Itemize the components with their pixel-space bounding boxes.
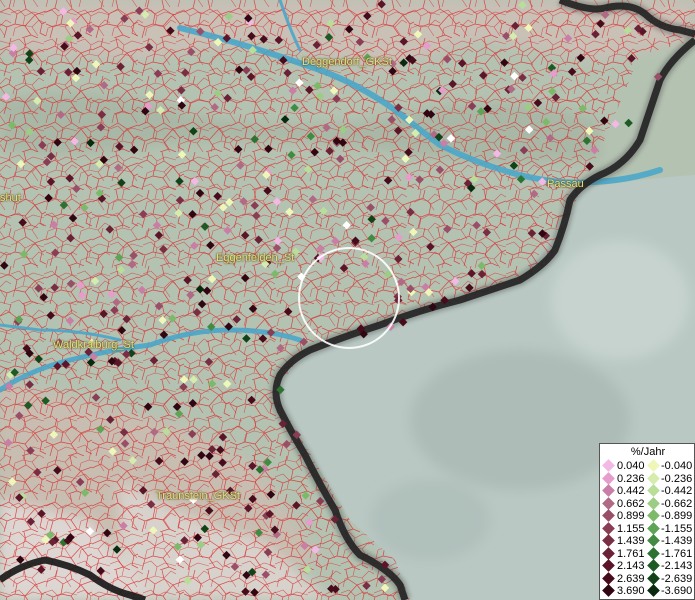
legend-swatch-negative xyxy=(647,471,660,485)
legend-value-positive: 3.690 xyxy=(617,585,645,597)
label-landshut: shut xyxy=(0,192,21,204)
legend-swatch-positive xyxy=(602,584,615,597)
legend-value-positive: 0.899 xyxy=(617,510,645,522)
label-eggenfelden: Eggenfelden_St xyxy=(216,252,295,264)
label-passau: Passau xyxy=(547,178,584,190)
legend-row: 1.761 -1.761 xyxy=(600,546,695,560)
legend-value-positive: 1.761 xyxy=(617,547,645,560)
legend-value-negative: -0.442 xyxy=(661,485,693,497)
legend-row: 1.155 -1.155 xyxy=(600,521,695,535)
legend-swatch-negative xyxy=(647,534,660,547)
legend-row: 0.236 -0.236 xyxy=(600,471,695,485)
label-traunstein: Traunstein_GKSt xyxy=(156,490,240,502)
legend-value-positive: 0.236 xyxy=(617,472,645,485)
legend-value-positive: 2.639 xyxy=(617,572,645,585)
legend-swatch-positive xyxy=(602,509,615,522)
legend-value-negative: -3.690 xyxy=(661,585,693,597)
legend-value-positive: 1.439 xyxy=(617,535,645,547)
legend-value-negative: -0.040 xyxy=(661,460,693,472)
legend-value-positive: 2.143 xyxy=(617,560,645,572)
legend-row: 0.040 -0.040 xyxy=(600,459,695,472)
legend-value-positive: 0.040 xyxy=(617,460,645,472)
legend-swatch-negative xyxy=(647,484,660,497)
legend-row: 1.439 -1.439 xyxy=(600,534,695,547)
legend-swatch-negative xyxy=(647,571,660,585)
legend-value-positive: 0.442 xyxy=(617,485,645,497)
legend-swatch-negative xyxy=(647,584,660,597)
label-waldkraiburg: Waldkraiburg_St xyxy=(53,339,134,351)
legend-swatch-negative xyxy=(647,559,660,572)
legend-swatch-negative xyxy=(647,459,660,472)
legend-swatch-positive xyxy=(602,484,615,497)
legend-value-negative: -0.662 xyxy=(661,497,693,510)
legend-value-negative: -2.143 xyxy=(661,560,693,572)
legend-swatch-positive xyxy=(602,471,615,485)
legend-row: 2.143 -2.143 xyxy=(600,559,695,572)
legend-row: 0.442 -0.442 xyxy=(600,484,695,497)
legend: %/Jahr 0.040 -0.040 0.236 -0.236 0.442 -0.442… xyxy=(599,443,695,600)
legend-swatch-negative xyxy=(647,521,660,535)
legend-row: 0.899 -0.899 xyxy=(600,509,695,522)
legend-value-negative: -1.155 xyxy=(661,522,693,535)
legend-swatch-positive xyxy=(602,571,615,585)
legend-swatch-positive xyxy=(602,546,615,560)
legend-value-negative: -1.439 xyxy=(661,535,693,547)
legend-swatch-negative xyxy=(647,496,660,510)
legend-row: 0.662 -0.662 xyxy=(600,496,695,510)
legend-value-positive: 1.155 xyxy=(617,522,645,535)
legend-value-positive: 0.662 xyxy=(617,497,645,510)
legend-value-negative: -2.639 xyxy=(661,572,693,585)
map-canvas[interactable] xyxy=(0,0,695,600)
legend-row: 3.690 -3.690 xyxy=(600,584,695,597)
legend-value-negative: -0.236 xyxy=(661,472,693,485)
legend-swatch-positive xyxy=(602,496,615,510)
legend-swatch-positive xyxy=(602,459,615,472)
legend-value-negative: -0.899 xyxy=(661,510,693,522)
legend-swatch-negative xyxy=(647,546,660,560)
label-deggendorf: Deggendorf_GKSt xyxy=(302,56,392,68)
legend-swatch-negative xyxy=(647,509,660,522)
legend-swatch-positive xyxy=(602,559,615,572)
legend-title: %/Jahr xyxy=(630,446,666,458)
legend-value-negative: -1.761 xyxy=(661,547,693,560)
legend-row: 2.639 -2.639 xyxy=(600,571,695,585)
legend-swatch-positive xyxy=(602,521,615,535)
legend-swatch-positive xyxy=(602,534,615,547)
